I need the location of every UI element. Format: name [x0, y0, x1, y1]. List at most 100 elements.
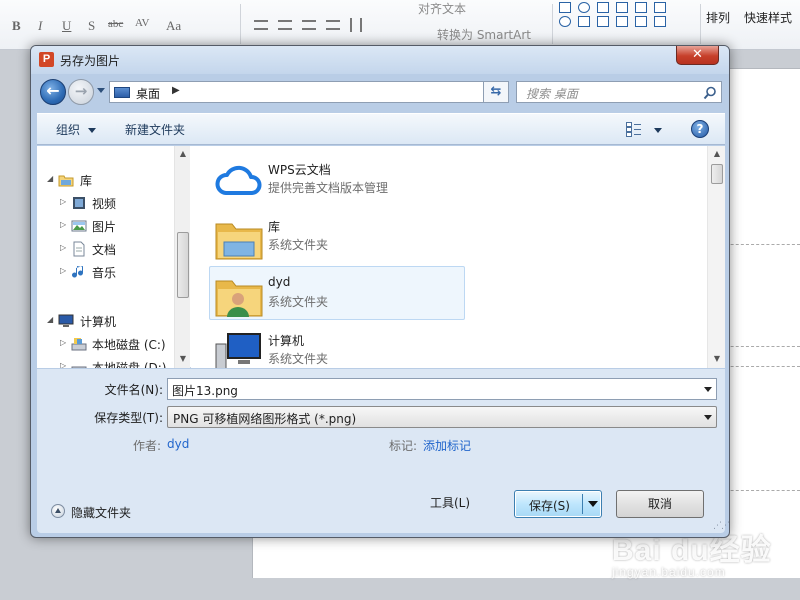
file-name: WPS云文档: [268, 163, 331, 177]
justify-icon[interactable]: [326, 20, 340, 30]
scroll-down-icon[interactable]: ▼: [177, 353, 189, 365]
tree-item-music[interactable]: ▷ 音乐: [37, 262, 173, 282]
desktop-icon: [114, 87, 130, 98]
forward-button[interactable]: →: [68, 79, 94, 105]
tree-item-drive-d[interactable]: ▷ 本地磁盘 (D:): [37, 357, 173, 368]
help-button[interactable]: ?: [691, 120, 709, 138]
columns-icon[interactable]: [350, 18, 362, 32]
filename-input[interactable]: 图片13.png: [172, 382, 238, 399]
char-spacing-button[interactable]: AV: [135, 17, 149, 29]
address-bar[interactable]: 桌面 ▶: [109, 81, 509, 103]
watermark-logo: Bai du经验: [612, 534, 772, 567]
shape-curve-icon[interactable]: [597, 16, 609, 27]
collapse-icon[interactable]: ◢: [47, 315, 53, 324]
search-input[interactable]: 搜索 桌面: [526, 85, 578, 102]
save-button[interactable]: 保存(S): [514, 490, 602, 518]
scroll-down-icon[interactable]: ▼: [711, 353, 723, 365]
shape-triangle-icon[interactable]: [578, 16, 590, 27]
cancel-button[interactable]: 取消: [616, 490, 704, 518]
ribbon-smartart[interactable]: 转换为 SmartArt: [437, 26, 531, 43]
file-scroll-thumb[interactable]: [711, 164, 723, 184]
recent-locations-icon[interactable]: [97, 88, 105, 93]
navigation-bar: ← → 桌面 ▶ ⇆ 搜索 桌面: [37, 76, 725, 108]
scroll-up-icon[interactable]: ▲: [711, 148, 723, 160]
save-dropdown-icon[interactable]: [588, 501, 598, 507]
strikethrough-button[interactable]: abc: [108, 18, 123, 30]
change-case-button[interactable]: Aa: [166, 18, 181, 34]
filename-field[interactable]: 图片13.png: [167, 378, 717, 400]
tree-item-video[interactable]: ▷ 视频: [37, 193, 173, 213]
nav-scroll-thumb[interactable]: [177, 232, 189, 298]
filename-dropdown-icon[interactable]: [704, 387, 712, 392]
dialog-titlebar[interactable]: P 另存为图片 ✕: [31, 46, 729, 74]
expand-icon[interactable]: ▷: [60, 266, 66, 275]
expand-icon[interactable]: ▷: [60, 220, 66, 229]
file-item-dyd[interactable]: dyd 系统文件夹: [209, 266, 465, 320]
hide-folders-button[interactable]: 隐藏文件夹: [71, 504, 131, 521]
tree-label: 图片: [92, 220, 117, 234]
file-name: dyd: [268, 275, 291, 289]
bold-button[interactable]: B: [12, 18, 21, 34]
expand-icon[interactable]: ▷: [60, 338, 66, 347]
collapse-icon[interactable]: ◢: [47, 174, 53, 183]
tree-item-library[interactable]: ◢ 库: [37, 170, 173, 190]
file-item-computer[interactable]: 计算机 系统文件夹: [209, 323, 465, 368]
file-item-wps-cloud[interactable]: WPS云文档 提供完善文档版本管理: [209, 152, 465, 206]
tree-item-pictures[interactable]: ▷ 图片: [37, 216, 173, 236]
expand-icon[interactable]: ▷: [60, 243, 66, 252]
back-button[interactable]: ←: [40, 79, 66, 105]
chevron-right-icon[interactable]: ▶: [172, 85, 180, 96]
tree-label: 本地磁盘 (C:): [92, 338, 166, 352]
underline-button[interactable]: U: [62, 18, 71, 34]
refresh-button[interactable]: ⇆: [483, 81, 509, 103]
shape-oval-icon[interactable]: [578, 2, 590, 13]
shape-right-brace-icon[interactable]: [654, 16, 666, 27]
tree-item-computer[interactable]: ◢ 计算机: [37, 311, 173, 331]
author-value[interactable]: dyd: [167, 437, 189, 451]
view-options-icon[interactable]: [626, 122, 642, 137]
close-button[interactable]: ✕: [676, 46, 719, 65]
quick-styles-button[interactable]: 快速样式: [744, 9, 792, 26]
save-form: 文件名(N): 图片13.png 保存类型(T): PNG 可移植网络图形格式 …: [37, 369, 725, 453]
file-type-select[interactable]: PNG 可移植网络图形格式 (*.png): [167, 406, 717, 428]
file-subtitle: 系统文件夹: [268, 238, 329, 252]
tree-item-documents[interactable]: ▷ 文档: [37, 239, 173, 259]
align-left-icon[interactable]: [254, 20, 268, 30]
scroll-up-icon[interactable]: ▲: [177, 148, 189, 160]
italic-button[interactable]: I: [38, 18, 42, 34]
search-box[interactable]: 搜索 桌面: [516, 81, 722, 103]
tree-item-drive-c[interactable]: ▷ 本地磁盘 (C:): [37, 334, 173, 354]
hide-folders-icon[interactable]: [51, 504, 65, 518]
user-folder-icon: [215, 280, 263, 317]
shape-rectangle-icon[interactable]: [559, 2, 571, 13]
new-folder-button[interactable]: 新建文件夹: [125, 121, 185, 138]
ribbon-align-text[interactable]: 对齐文本: [418, 0, 466, 17]
search-icon[interactable]: [703, 86, 717, 100]
shape-star-icon[interactable]: [654, 2, 666, 13]
expand-icon[interactable]: ▷: [60, 361, 66, 368]
align-right-icon[interactable]: [302, 20, 316, 30]
file-scrollbar[interactable]: ▲ ▼: [707, 146, 725, 368]
file-name: 库: [268, 220, 281, 234]
shadow-button[interactable]: S: [88, 18, 95, 34]
file-type-dropdown-icon[interactable]: [704, 415, 712, 420]
shape-left-brace-icon[interactable]: [635, 16, 647, 27]
align-center-icon[interactable]: [278, 20, 292, 30]
address-location[interactable]: 桌面: [136, 85, 160, 102]
expand-icon[interactable]: ▷: [60, 197, 66, 206]
shape-arc-icon[interactable]: [616, 16, 628, 27]
shape-bracket-icon[interactable]: [616, 2, 628, 13]
command-toolbar: 组织 新建文件夹 ?: [37, 113, 725, 145]
shape-circle-icon[interactable]: [559, 16, 571, 27]
shape-arrow-icon[interactable]: [597, 2, 609, 13]
resize-grip-icon[interactable]: ⋰⋰: [713, 521, 730, 531]
file-item-library[interactable]: 库 系统文件夹: [209, 209, 465, 263]
shape-brace-icon[interactable]: [635, 2, 647, 13]
nav-scrollbar[interactable]: ▲ ▼: [174, 146, 190, 368]
organize-dropdown-icon[interactable]: [88, 128, 96, 133]
organize-menu[interactable]: 组织: [56, 121, 80, 138]
arrange-button[interactable]: 排列: [706, 9, 730, 26]
view-dropdown-icon[interactable]: [654, 128, 662, 133]
drive-icon: [71, 338, 87, 351]
tools-menu[interactable]: 工具(L): [430, 494, 470, 511]
